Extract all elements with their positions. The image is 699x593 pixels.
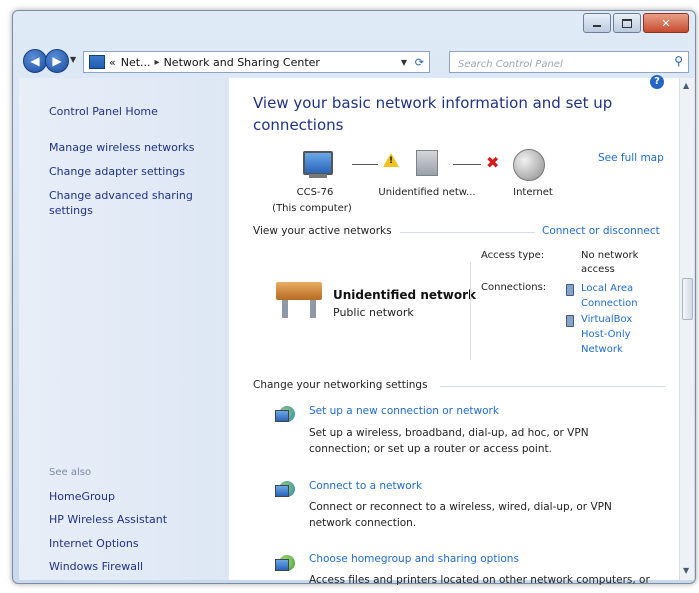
page-title-line1: View your basic network information and … <box>253 94 613 112</box>
local-area-connection-icon <box>566 284 574 296</box>
network-type-link[interactable]: Public network <box>333 306 414 319</box>
change-advanced-sharing-link[interactable]: Change advanced sharing <box>49 189 193 202</box>
forward-arrow-icon: ▶ <box>52 54 62 68</box>
address-bar[interactable]: « Net... ▸ Network and Sharing Center ▼ … <box>83 51 430 73</box>
back-button[interactable]: ◀ <box>23 49 47 73</box>
search-icon[interactable]: ⚲ <box>674 54 683 68</box>
network-name: Unidentified network <box>333 288 476 302</box>
homegroup-sharing-desc-line1: Access files and printers located on oth… <box>309 574 650 586</box>
sidebar: Control Panel Home Manage wireless netwo… <box>19 78 229 580</box>
unidentified-network-label: Unidentified netw... <box>378 187 476 198</box>
see-also-label: See also <box>49 467 92 478</box>
connect-network-icon <box>275 479 299 499</box>
maximize-button[interactable] <box>613 13 641 33</box>
this-computer-label: (This computer) <box>272 203 352 214</box>
vertical-scrollbar[interactable]: ▲ ▼ <box>679 78 694 580</box>
address-toolbar: ◀ ▶ ▼ « Net... ▸ Network and Sharing Cen… <box>13 45 695 75</box>
windows-firewall-link[interactable]: Windows Firewall <box>49 560 143 573</box>
map-connector-line <box>352 164 378 165</box>
access-type-value-line1: No network <box>581 250 639 261</box>
local-area-connection-link[interactable]: Local Area <box>581 282 633 296</box>
virtualbox-host-only-link-line3[interactable]: Network <box>581 343 623 357</box>
address-dropdown-icon[interactable]: ▼ <box>401 58 407 67</box>
computer-stand-icon <box>309 174 327 178</box>
caption-buttons: ✕ <box>581 13 689 33</box>
page-title: View your basic network information and … <box>253 92 643 136</box>
new-connection-icon <box>275 404 299 424</box>
setup-new-connection-link[interactable]: Set up a new connection or network <box>309 405 499 417</box>
change-settings-header: Change your networking settings <box>253 379 428 391</box>
section-divider <box>400 232 535 233</box>
minimize-icon <box>593 25 601 27</box>
no-connection-x-icon: ✖ <box>486 153 500 172</box>
control-panel-home-link[interactable]: Control Panel Home <box>49 105 158 118</box>
connect-to-network-link[interactable]: Connect to a network <box>309 480 422 492</box>
setup-new-connection-desc-line1: Set up a wireless, broadband, dial-up, a… <box>309 427 589 439</box>
back-arrow-icon: ◀ <box>30 54 40 68</box>
maximize-icon <box>622 18 632 28</box>
homegroup-sharing-icon <box>275 553 299 573</box>
help-icon[interactable]: ? <box>650 75 664 89</box>
breadcrumb-separator-icon[interactable]: ▸ <box>155 57 160 68</box>
network-details-divider <box>470 262 471 360</box>
unidentified-network-icon <box>416 150 438 176</box>
forward-button[interactable]: ▶ <box>45 49 69 73</box>
virtualbox-host-only-link-line2[interactable]: Host-Only <box>581 328 631 342</box>
connect-or-disconnect-link[interactable]: Connect or disconnect <box>542 225 660 237</box>
manage-wireless-networks-link[interactable]: Manage wireless networks <box>49 141 194 154</box>
hp-wireless-assistant-link[interactable]: HP Wireless Assistant <box>49 513 167 526</box>
internet-label: Internet <box>513 187 553 198</box>
recent-pages-dropdown-icon[interactable]: ▼ <box>70 55 76 64</box>
connections-label: Connections: <box>481 282 547 293</box>
close-icon: ✕ <box>661 16 671 30</box>
page-title-line2: connections <box>253 116 344 134</box>
see-full-map-link[interactable]: See full map <box>598 152 664 164</box>
local-area-connection-link-line2[interactable]: Connection <box>581 297 638 311</box>
connect-to-network-desc-line1: Connect or reconnect to a wireless, wire… <box>309 501 612 513</box>
internet-options-link[interactable]: Internet Options <box>49 537 139 550</box>
title-bar[interactable]: ✕ <box>13 11 695 39</box>
close-button[interactable]: ✕ <box>643 13 689 33</box>
change-adapter-settings-link[interactable]: Change adapter settings <box>49 165 185 178</box>
public-network-bench-icon <box>276 282 322 320</box>
refresh-icon[interactable]: ⟳ <box>415 56 424 69</box>
breadcrumb-network[interactable]: Net... <box>121 56 151 69</box>
change-advanced-sharing-link-line2[interactable]: settings <box>49 204 93 217</box>
computer-name-label: CCS-76 <box>296 187 334 198</box>
scroll-down-icon[interactable]: ▼ <box>683 566 689 575</box>
active-networks-header: View your active networks <box>253 225 392 237</box>
minimize-button[interactable] <box>583 13 611 33</box>
breadcrumb-network-sharing-center[interactable]: Network and Sharing Center <box>164 56 320 69</box>
connect-to-network-desc-line2: network connection. <box>309 517 417 529</box>
homegroup-link[interactable]: HomeGroup <box>49 490 115 503</box>
homegroup-sharing-link[interactable]: Choose homegroup and sharing options <box>309 553 519 565</box>
setup-new-connection-desc-line2: connection; or set up a router or access… <box>309 443 552 455</box>
map-connector-line <box>453 164 481 165</box>
warning-exclamation-icon: ! <box>389 156 394 166</box>
scroll-thumb[interactable] <box>682 278 693 320</box>
search-input[interactable] <box>450 55 663 74</box>
internet-globe-icon <box>513 149 545 181</box>
computer-icon <box>303 151 333 175</box>
access-type-value-line2: access <box>581 264 615 275</box>
virtualbox-adapter-icon <box>566 315 574 327</box>
breadcrumb-overflow[interactable]: « <box>109 56 116 69</box>
control-panel-icon <box>89 55 105 69</box>
virtualbox-host-only-link[interactable]: VirtualBox <box>581 313 632 327</box>
search-box[interactable]: ⚲ <box>449 51 689 74</box>
access-type-label: Access type: <box>481 250 545 261</box>
section-divider <box>440 386 666 387</box>
scroll-up-icon[interactable]: ▲ <box>683 81 689 90</box>
